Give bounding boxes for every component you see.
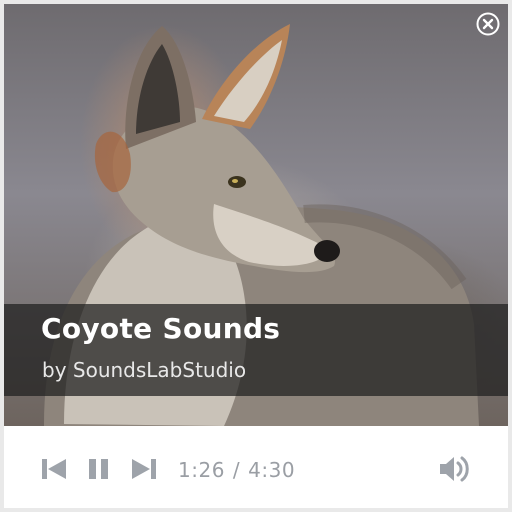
previous-track-button[interactable] xyxy=(42,458,68,480)
next-track-button[interactable] xyxy=(130,458,156,480)
close-button[interactable] xyxy=(476,12,500,36)
volume-button[interactable] xyxy=(438,454,472,484)
playback-time: 1:26 / 4:30 xyxy=(178,458,295,482)
track-artist: by SoundsLabStudio xyxy=(42,358,247,382)
audio-player-card: Coyote Sounds by SoundsLabStudio 1:26 / 4:… xyxy=(4,4,508,508)
time-separator: / xyxy=(232,458,241,482)
total-duration: 4:30 xyxy=(248,458,296,482)
close-icon xyxy=(476,12,500,36)
skip-previous-icon xyxy=(42,459,66,479)
current-time: 1:26 xyxy=(178,458,225,482)
playback-controls: 1:26 / 4:30 xyxy=(4,426,508,508)
skip-next-icon xyxy=(132,459,156,479)
pause-icon xyxy=(89,459,108,479)
track-title: Coyote Sounds xyxy=(41,312,281,345)
volume-icon xyxy=(440,456,469,482)
pause-button[interactable] xyxy=(88,458,110,480)
